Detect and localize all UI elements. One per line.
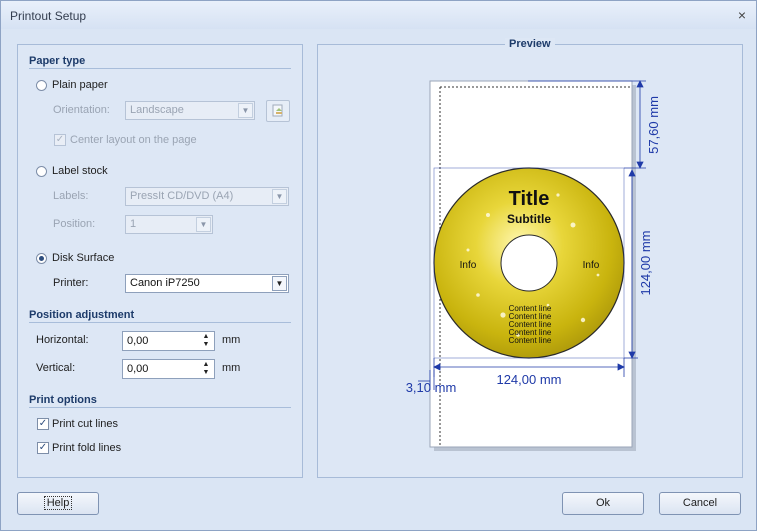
labels-label: Labels: [53, 190, 89, 202]
labels-value: PressIt CD/DVD (A4) [130, 190, 234, 202]
cancel-button[interactable]: Cancel [659, 492, 741, 515]
chevron-down-icon: ▼ [272, 276, 287, 291]
label-stock-radio[interactable] [36, 166, 47, 177]
preview-canvas: Title Subtitle Info Info Content line Co… [406, 80, 661, 451]
chevron-down-icon: ▼ [272, 189, 287, 204]
disc-title: Title [509, 188, 550, 210]
section-divider [29, 407, 291, 408]
disc-info-right: Info [583, 260, 600, 271]
help-button[interactable]: Help [17, 492, 99, 515]
horizontal-label: Horizontal: [36, 334, 89, 346]
vertical-value: 0,00 [127, 363, 149, 375]
help-button-label: Help [43, 496, 73, 510]
dimension-top-text: 57,60 mm [646, 96, 661, 154]
print-fold-lines-label: Print fold lines [52, 442, 122, 454]
disc-subtitle: Subtitle [507, 212, 551, 226]
page-setup-icon [272, 104, 283, 117]
label-stock-label: Label stock [52, 165, 108, 177]
print-fold-lines-checkbox[interactable]: ✓ [37, 442, 49, 454]
vertical-label: Vertical: [36, 362, 76, 374]
position-value: 1 [130, 218, 137, 230]
section-divider [29, 322, 291, 323]
center-layout-label: Center layout on the page [70, 134, 197, 146]
printer-select[interactable]: Canon iP7250 ▼ [125, 274, 289, 293]
orientation-label: Orientation: [53, 104, 110, 116]
printer-label: Printer: [53, 277, 89, 289]
close-icon[interactable]: × [734, 7, 750, 23]
plain-paper-radio[interactable] [36, 80, 47, 91]
title-bar: Printout Setup × [1, 1, 756, 29]
print-cut-lines-checkbox[interactable]: ✓ [37, 418, 49, 430]
center-layout-checkbox[interactable]: ✓ [54, 134, 66, 146]
disk-surface-radio[interactable] [36, 253, 47, 264]
disc-info-left: Info [460, 260, 477, 271]
chevron-down-icon: ▼ [196, 217, 211, 232]
vertical-input[interactable]: 0,00 ▲ ▼ [122, 359, 215, 379]
window-title: Printout Setup [10, 9, 87, 23]
orientation-value: Landscape [130, 104, 184, 116]
labels-select[interactable]: PressIt CD/DVD (A4) ▼ [125, 187, 289, 206]
settings-panel: Paper type Plain paper Orientation: Land… [17, 44, 303, 478]
position-adjustment-heading: Position adjustment [29, 309, 135, 321]
paper-type-heading: Paper type [29, 55, 86, 67]
printout-setup-window: Printout Setup × Paper type Plain paper … [0, 0, 757, 531]
chevron-down-icon: ▼ [238, 103, 253, 118]
orientation-select[interactable]: Landscape ▼ [125, 101, 255, 120]
dimension-height-text: 124,00 mm [638, 230, 653, 295]
section-divider [29, 68, 291, 69]
position-select[interactable]: 1 ▼ [125, 215, 213, 234]
ok-button[interactable]: Ok [562, 492, 644, 515]
position-label: Position: [53, 218, 96, 230]
plain-paper-label: Plain paper [52, 79, 108, 91]
horizontal-input[interactable]: 0,00 ▲ ▼ [122, 331, 215, 351]
preview-panel: Preview Title Subtitle Info Info Content… [317, 38, 743, 478]
dimension-width-text: 124,00 mm [496, 372, 561, 387]
printer-value: Canon iP7250 [130, 277, 200, 289]
vertical-unit: mm [222, 362, 241, 374]
print-cut-lines-label: Print cut lines [52, 418, 119, 430]
print-options-heading: Print options [29, 394, 97, 406]
spin-arrows-icon[interactable]: ▲ ▼ [200, 361, 212, 377]
dimension-left-text: 3,10 mm [406, 380, 457, 395]
disc-hole [500, 234, 558, 292]
page-setup-button[interactable] [266, 100, 290, 122]
disk-surface-label: Disk Surface [52, 252, 115, 264]
horizontal-value: 0,00 [127, 335, 149, 347]
horizontal-unit: mm [222, 334, 241, 346]
spin-arrows-icon[interactable]: ▲ ▼ [200, 333, 212, 349]
content-line: Content line [509, 336, 552, 345]
